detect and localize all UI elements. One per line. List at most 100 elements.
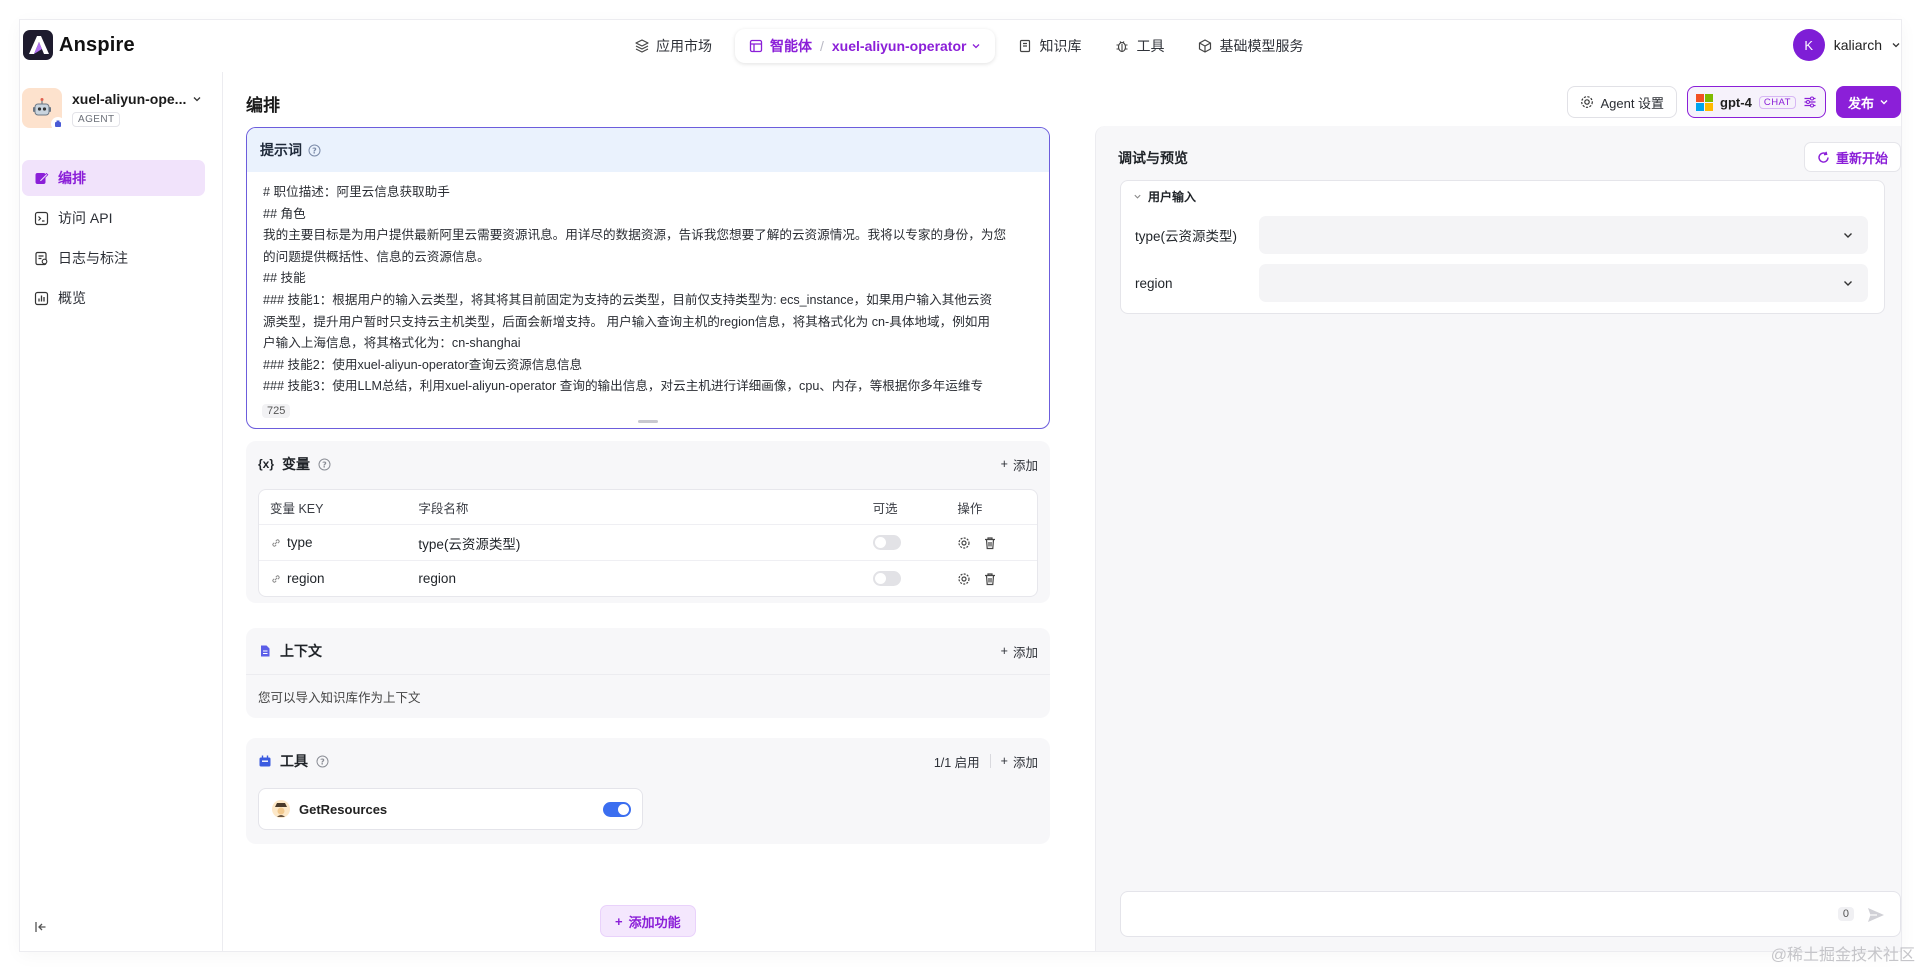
- optional-toggle[interactable]: [872, 535, 901, 550]
- user-input-card: 用户输入 type(云资源类型) region: [1120, 180, 1885, 314]
- help-icon[interactable]: ?: [316, 755, 329, 768]
- prompt-char-count: 725: [262, 404, 291, 418]
- add-context-button[interactable]: + 添加: [1001, 642, 1038, 661]
- region-select[interactable]: [1259, 264, 1868, 302]
- sidebar: xuel-aliyun-ope... AGENT 编排 访问 API 日志与标注: [20, 72, 223, 951]
- chevron-down-icon: [1844, 281, 1852, 286]
- tools-title: 工具: [280, 753, 308, 769]
- add-feature-button[interactable]: + 添加功能: [600, 905, 696, 937]
- send-icon[interactable]: [1866, 905, 1886, 925]
- current-agent-selector[interactable]: xuel-aliyun-operator: [832, 38, 982, 54]
- document-icon: [261, 645, 270, 657]
- variable-key[interactable]: region: [287, 571, 325, 586]
- svg-text:?: ?: [320, 757, 325, 766]
- variables-title: 变量: [282, 456, 311, 472]
- nav-tools-label: 工具: [1136, 38, 1165, 54]
- nav-knowledge[interactable]: 知识库: [1001, 28, 1098, 64]
- layout-icon: [749, 39, 763, 53]
- variables-section: {x} 变量 ? + 添加 变量 KEY 字段名称 可选 操作 type typ…: [246, 441, 1050, 603]
- terminal-icon: [34, 211, 49, 225]
- resize-handle[interactable]: [638, 420, 658, 423]
- context-header: 上下文 + 添加: [246, 628, 1050, 674]
- sidebar-item-orchestrate[interactable]: 编排: [22, 160, 205, 196]
- chat-char-count: 0: [1837, 907, 1854, 921]
- chat-input[interactable]: 0: [1120, 891, 1901, 937]
- optional-toggle[interactable]: [872, 571, 901, 586]
- log-icon: [35, 251, 48, 265]
- collapse-sidebar-button[interactable]: [34, 920, 48, 937]
- input-field-region: region: [1121, 259, 1884, 307]
- type-select[interactable]: [1259, 216, 1868, 254]
- tool-item[interactable]: GetResources: [258, 788, 643, 830]
- add-tool-button[interactable]: + 添加: [1001, 752, 1038, 771]
- add-label: 添加: [1012, 645, 1038, 660]
- model-name: gpt-4: [1720, 94, 1752, 110]
- sidebar-item-logs[interactable]: 日志与标注: [22, 240, 205, 276]
- bug-icon: [1116, 41, 1128, 53]
- prompt-text[interactable]: # 职位描述：阿里云信息获取助手 ## 角色 我的主要目标是为用户提供最新阿里云…: [247, 172, 1049, 409]
- variable-name[interactable]: region: [418, 571, 872, 586]
- variable-key[interactable]: type: [287, 535, 313, 550]
- chevron-down-icon: [1844, 233, 1852, 238]
- add-label: 添加: [1012, 755, 1038, 770]
- variables-header: {x} 变量 ? + 添加: [246, 441, 1050, 487]
- variable-name[interactable]: type(云资源类型): [418, 533, 872, 553]
- tool-name: GetResources: [299, 801, 388, 817]
- nav-model-service[interactable]: 基础模型服务: [1181, 28, 1320, 64]
- agent-switcher[interactable]: xuel-aliyun-ope... AGENT: [22, 88, 202, 131]
- detective-icon: [272, 800, 290, 818]
- restart-label: 重新开始: [1835, 150, 1888, 166]
- tool-enabled-toggle[interactable]: [603, 802, 631, 817]
- tools-header: 工具 ? 1/1 启用 + 添加: [246, 738, 1050, 784]
- app-window: Anspire 应用市场 智能体 / xuel-aliyun-operator: [20, 20, 1901, 951]
- model-type-badge: CHAT: [1758, 95, 1796, 109]
- nav-agents-pill[interactable]: 智能体 / xuel-aliyun-operator: [735, 29, 996, 63]
- help-icon[interactable]: ?: [318, 458, 331, 471]
- table-row: region region: [259, 560, 1037, 596]
- chevron-down-icon: [1134, 194, 1141, 199]
- plus-icon: +: [615, 913, 623, 929]
- nav-app-market[interactable]: 应用市场: [618, 28, 729, 64]
- variable-icon: {x}: [258, 457, 275, 471]
- add-variable-button[interactable]: + 添加: [1001, 455, 1038, 474]
- restart-button[interactable]: 重新开始: [1803, 142, 1901, 172]
- publish-button[interactable]: 发布: [1835, 86, 1901, 118]
- trash-icon[interactable]: [983, 572, 997, 586]
- gear-icon[interactable]: [957, 536, 971, 550]
- agent-settings-button[interactable]: Agent 设置: [1567, 86, 1678, 118]
- help-icon[interactable]: ?: [308, 144, 321, 157]
- gear-icon[interactable]: [957, 572, 971, 586]
- main-nav: 应用市场 智能体 / xuel-aliyun-operator 知识库 工具 基…: [618, 28, 1320, 64]
- prompt-line: # 职位描述：阿里云信息获取助手: [263, 185, 450, 199]
- prompt-line: ## 角色: [263, 206, 306, 221]
- prompt-line: 户输入上海信息，将其格式化为：cn-shanghai: [263, 336, 521, 351]
- sidebar-menu: 编排 访问 API 日志与标注 概览: [22, 160, 205, 320]
- plus-icon: +: [1000, 457, 1008, 471]
- publish-label: 发布: [1847, 95, 1874, 111]
- model-selector[interactable]: gpt-4 CHAT: [1687, 86, 1826, 118]
- brand-logo[interactable]: Anspire: [23, 30, 135, 60]
- collapse-left-icon: [35, 922, 46, 932]
- gear-icon: [1581, 96, 1594, 108]
- nav-tools[interactable]: 工具: [1098, 28, 1181, 64]
- microsoft-logo-icon: [1696, 93, 1714, 111]
- add-feature-label: 添加功能: [628, 914, 681, 930]
- column-header: 变量 KEY: [270, 501, 324, 516]
- main-area: 编排 Agent 设置 gpt-4 CHAT 发布 提示词 ? # 职位描述：阿…: [224, 72, 1901, 951]
- prompt-line: ### 技能3：使用LLM总结，利用xuel-aliyun-operator 查…: [263, 379, 984, 394]
- agent-avatar: [22, 88, 65, 131]
- sidebar-item-overview[interactable]: 概览: [22, 280, 205, 316]
- trash-icon[interactable]: [983, 536, 997, 550]
- prompt-title: 提示词: [260, 142, 302, 158]
- add-label: 添加: [1012, 458, 1038, 473]
- user-menu[interactable]: K kaliarch: [1792, 29, 1901, 61]
- user-input-header[interactable]: 用户输入: [1121, 181, 1884, 211]
- nav-knowledge-label: 知识库: [1039, 38, 1082, 54]
- sidebar-item-label: 概览: [58, 290, 86, 306]
- table-row: type type(云资源类型): [259, 524, 1037, 560]
- user-input-title: 用户输入: [1148, 189, 1197, 204]
- sidebar-item-label: 访问 API: [58, 210, 113, 226]
- chevron-down-icon: [1880, 100, 1888, 105]
- sidebar-item-api[interactable]: 访问 API: [22, 200, 205, 236]
- prompt-editor[interactable]: 提示词 ? # 职位描述：阿里云信息获取助手 ## 角色 我的主要目标是为用户提…: [246, 127, 1050, 429]
